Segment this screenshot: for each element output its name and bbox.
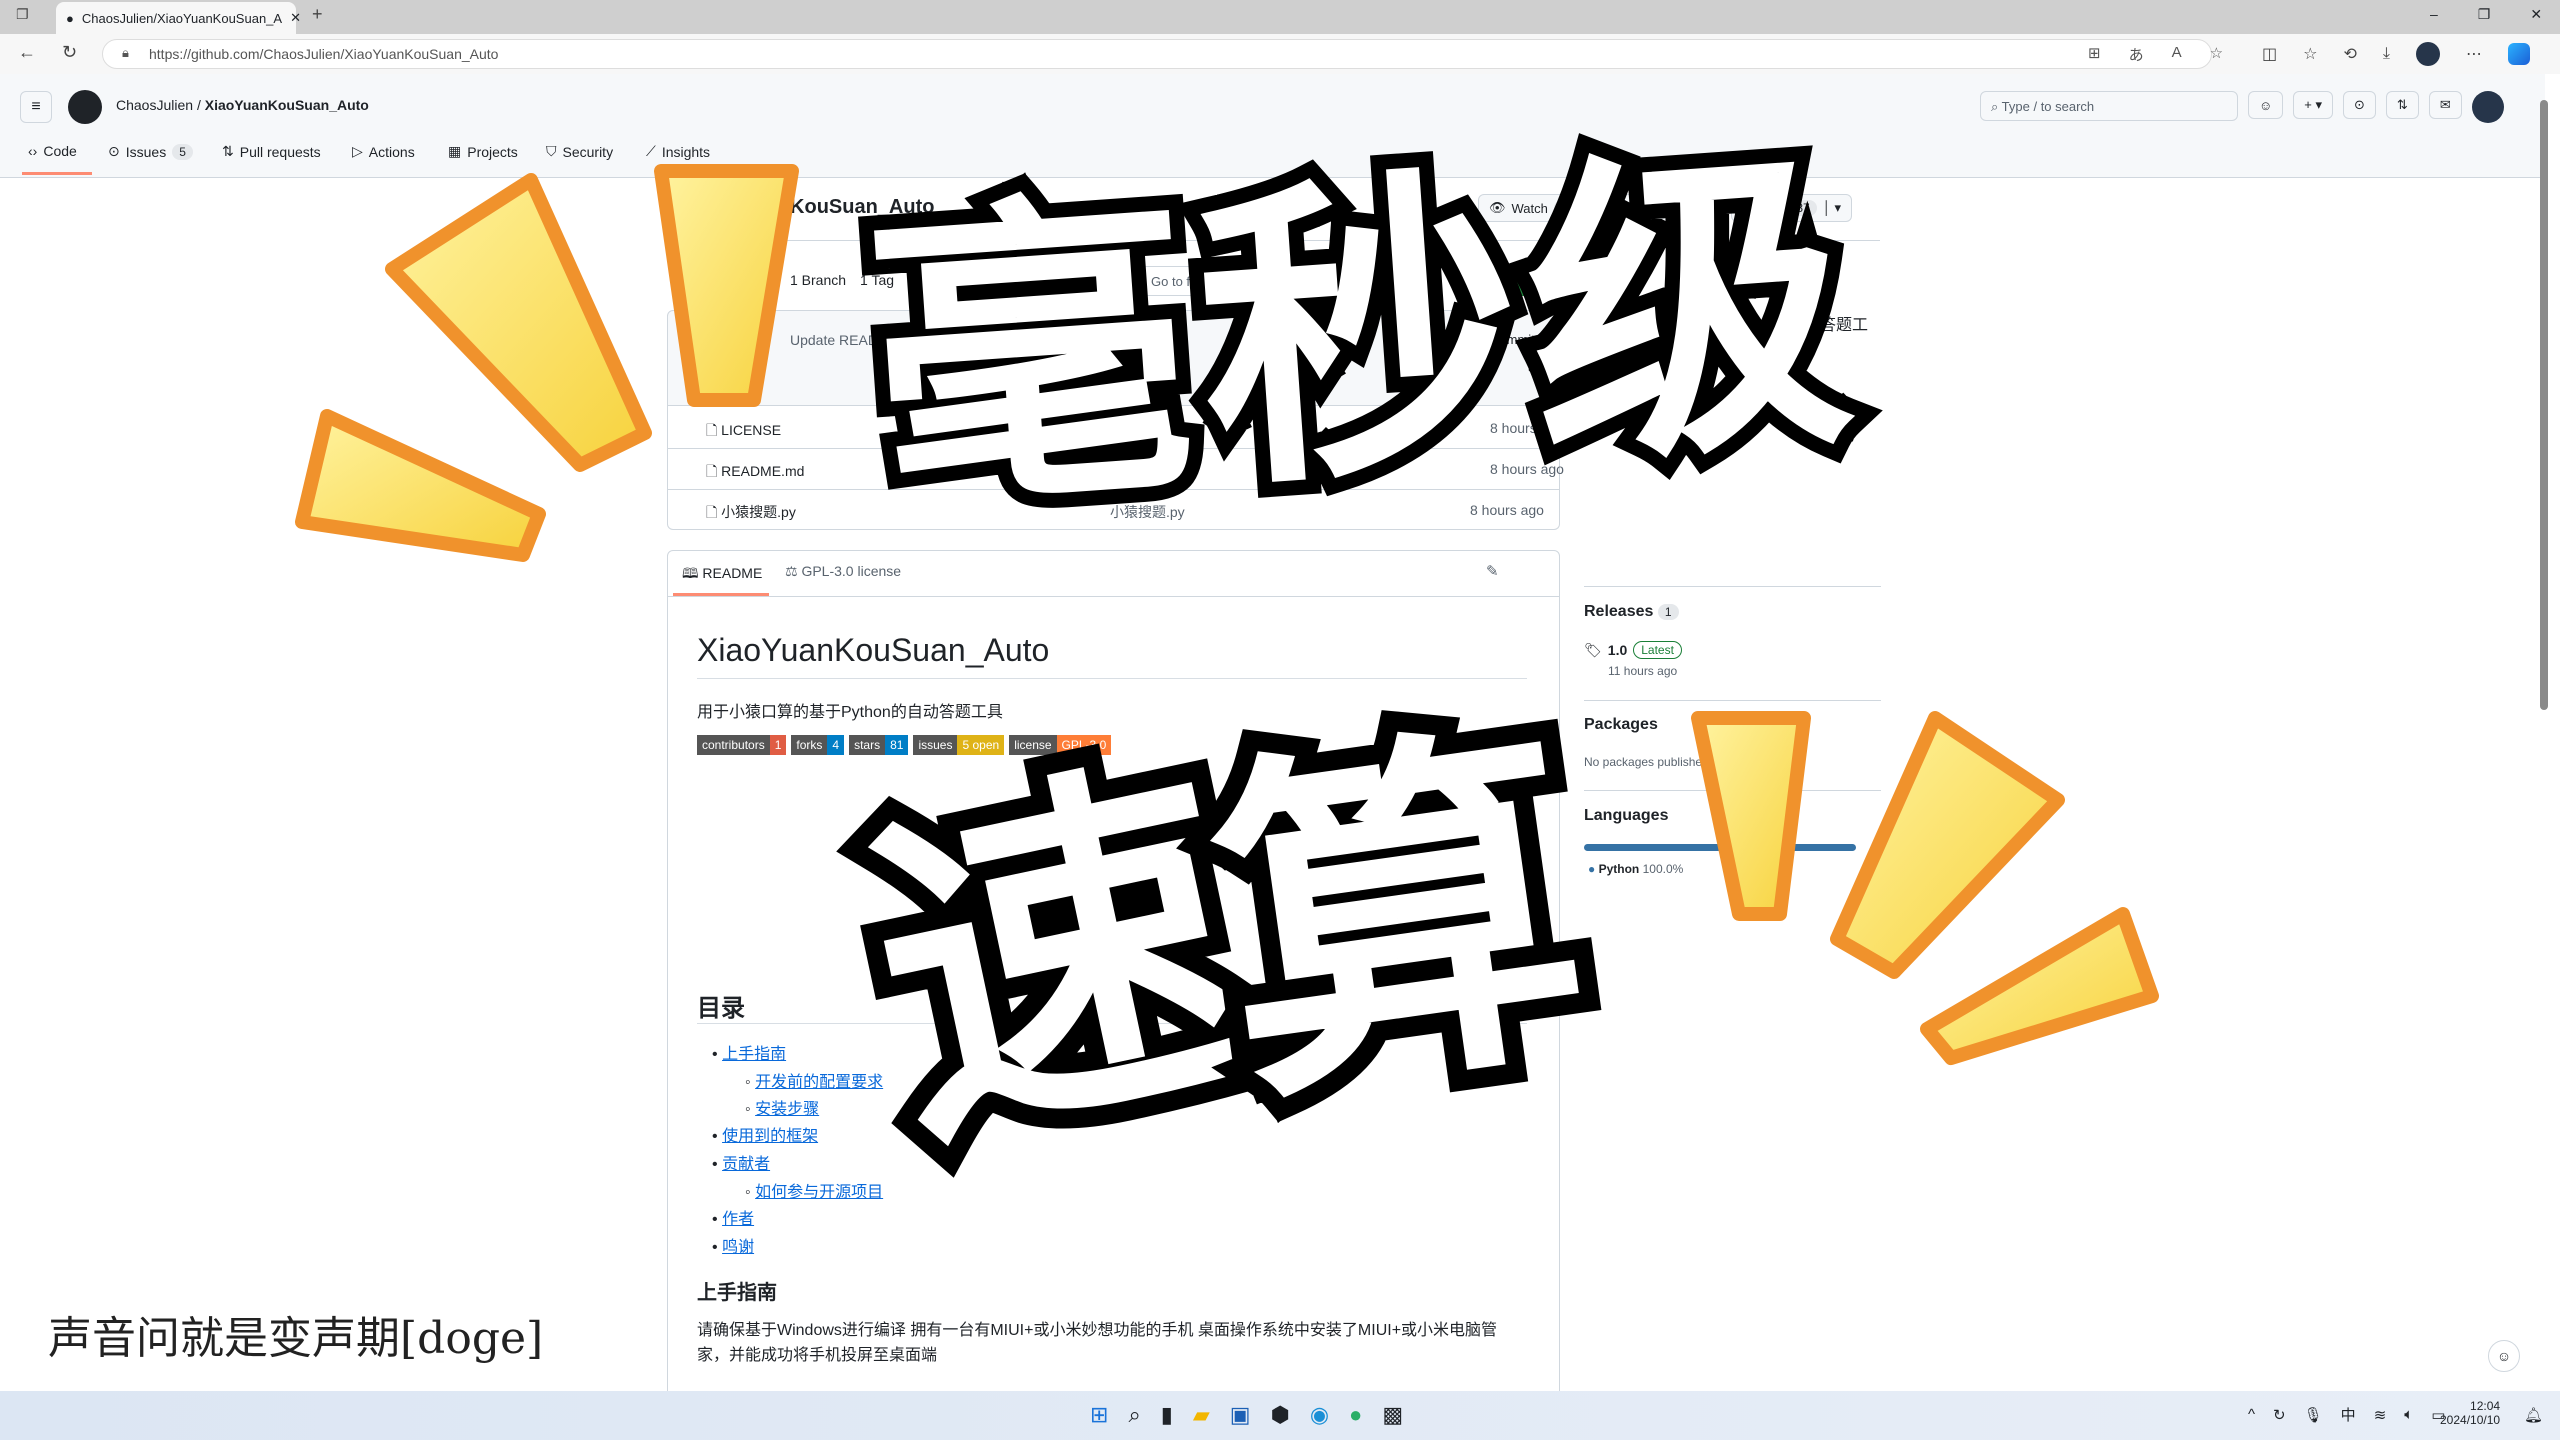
- burst-mark: [1830, 711, 2065, 979]
- clock[interactable]: 12:04 2024/10/10: [2440, 1399, 2500, 1427]
- burst-mark: [295, 409, 546, 562]
- overlay-title-1-text: 毫秒级: [843, 100, 1887, 570]
- overlay-character: 算: [1173, 667, 1628, 1172]
- taskbar-apps: ⊞ ⌕ ▮ ▰ ▣ ⬢ ◉ ● ▩: [1090, 1402, 1403, 1428]
- burst-mark: [1920, 907, 2159, 1065]
- time: 12:04: [2470, 1399, 2501, 1413]
- burst-mark: [1691, 711, 1811, 921]
- edge-icon[interactable]: ◉: [1310, 1402, 1329, 1428]
- chevron-up-icon[interactable]: ^: [2248, 1406, 2255, 1423]
- ime-indicator[interactable]: 中: [2341, 1404, 2356, 1425]
- windows-start-icon[interactable]: ⊞: [1090, 1402, 1108, 1428]
- volume-icon[interactable]: 🔈︎: [2404, 1406, 2413, 1423]
- date: 2024/10/10: [2440, 1413, 2501, 1427]
- app-icon[interactable]: ▩: [1382, 1402, 1403, 1428]
- search-icon[interactable]: ⌕: [1128, 1402, 1140, 1428]
- app-icon[interactable]: ⬢: [1271, 1402, 1290, 1428]
- file-explorer-icon[interactable]: ▰: [1193, 1402, 1210, 1428]
- microphone-icon[interactable]: 🎙︎: [2304, 1406, 2323, 1424]
- task-view-icon[interactable]: ▮: [1161, 1402, 1173, 1428]
- wechat-icon[interactable]: ●: [1349, 1402, 1362, 1428]
- store-icon[interactable]: ▣: [1230, 1402, 1251, 1428]
- burst-mark: [654, 164, 799, 407]
- video-caption: 声音问就是变声期[doge]: [48, 1313, 544, 1364]
- burst-mark: [385, 173, 652, 472]
- notification-bell-icon[interactable]: 🔔︎: [2524, 1406, 2543, 1424]
- system-tray: ^ ↻ 🎙︎ 中 ≋ 🔈︎ ▭: [2248, 1404, 2445, 1425]
- sync-icon[interactable]: ↻: [2273, 1406, 2286, 1424]
- wifi-icon[interactable]: ≋: [2374, 1406, 2387, 1424]
